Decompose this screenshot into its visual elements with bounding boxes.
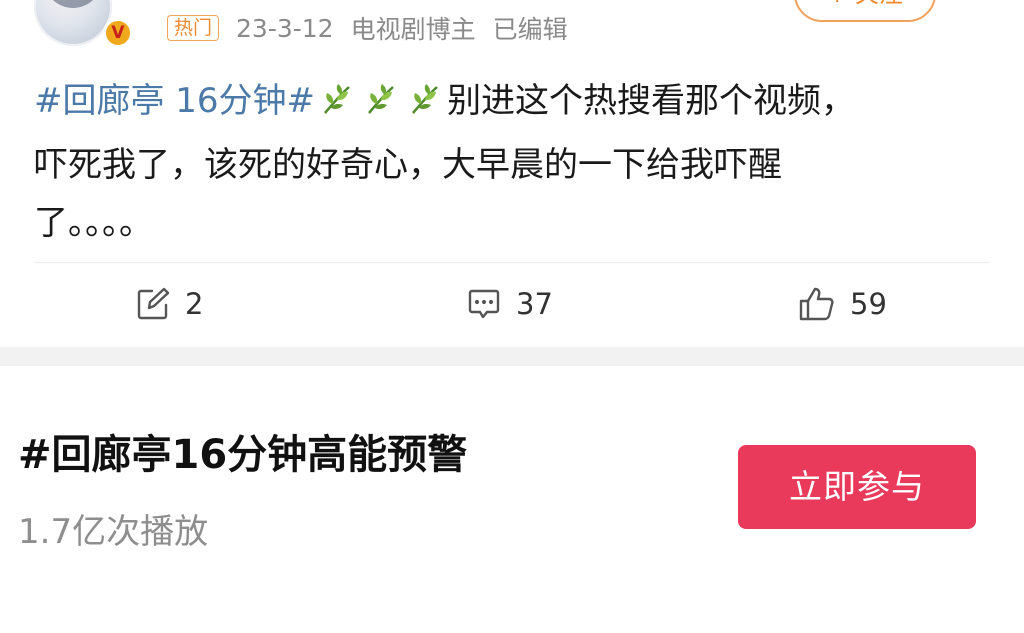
topic-title[interactable]: #回廊亭16分钟高能预警 (18, 422, 467, 480)
like-button[interactable]: 59 (798, 284, 887, 324)
repost-count: 2 (185, 287, 204, 321)
topic-play-count: 1.7亿次播放 (18, 512, 209, 552)
herb-emoji-icon (319, 78, 355, 136)
comment-count: 37 (516, 287, 553, 321)
thumbs-up-icon (798, 285, 836, 323)
verified-badge-icon: V (103, 18, 133, 48)
divider (34, 262, 990, 263)
post-text-segment1: 别进这个热搜看那个视频， (447, 81, 856, 121)
repost-icon (135, 286, 171, 322)
weibo-post-page: V 热门 23-3-12 电视剧博主 已编辑 + 关注 #回廊亭 16分钟# 别进… (0, 0, 1024, 633)
hot-tag: 热门 (167, 15, 220, 41)
like-count: 59 (850, 287, 887, 321)
post-date: 23-3-12 (236, 13, 334, 43)
post-text-line3: 了。。。。 (34, 203, 153, 243)
join-now-button[interactable]: 立即参与 (738, 445, 976, 529)
edited-label: 已编辑 (492, 15, 568, 44)
author-title: 电视剧博主 (350, 15, 476, 44)
herb-emoji-icon (407, 78, 443, 136)
follow-button[interactable]: + 关注 (794, 0, 936, 22)
section-separator (0, 347, 1024, 366)
comment-button[interactable]: 37 (466, 284, 553, 324)
herb-emoji-icon (363, 78, 399, 136)
repost-button[interactable]: 2 (135, 284, 203, 324)
avatar[interactable] (34, 0, 112, 46)
avatar-image (44, 0, 102, 8)
comment-icon (466, 286, 502, 322)
post-meta: 热门 23-3-12 电视剧博主 已编辑 (167, 11, 585, 45)
post-text: #回廊亭 16分钟# 别进这个热搜看那个视频， 吓死我了，该死的好奇心，大早晨的一… (34, 72, 974, 252)
post-text-line1: #回廊亭 16分钟# 别进这个热搜看那个视频， (34, 72, 974, 136)
post-text-line2: 吓死我了，该死的好奇心，大早晨的一下给我吓醒 (34, 145, 782, 185)
hashtag-link[interactable]: #回廊亭 16分钟# (34, 81, 315, 121)
